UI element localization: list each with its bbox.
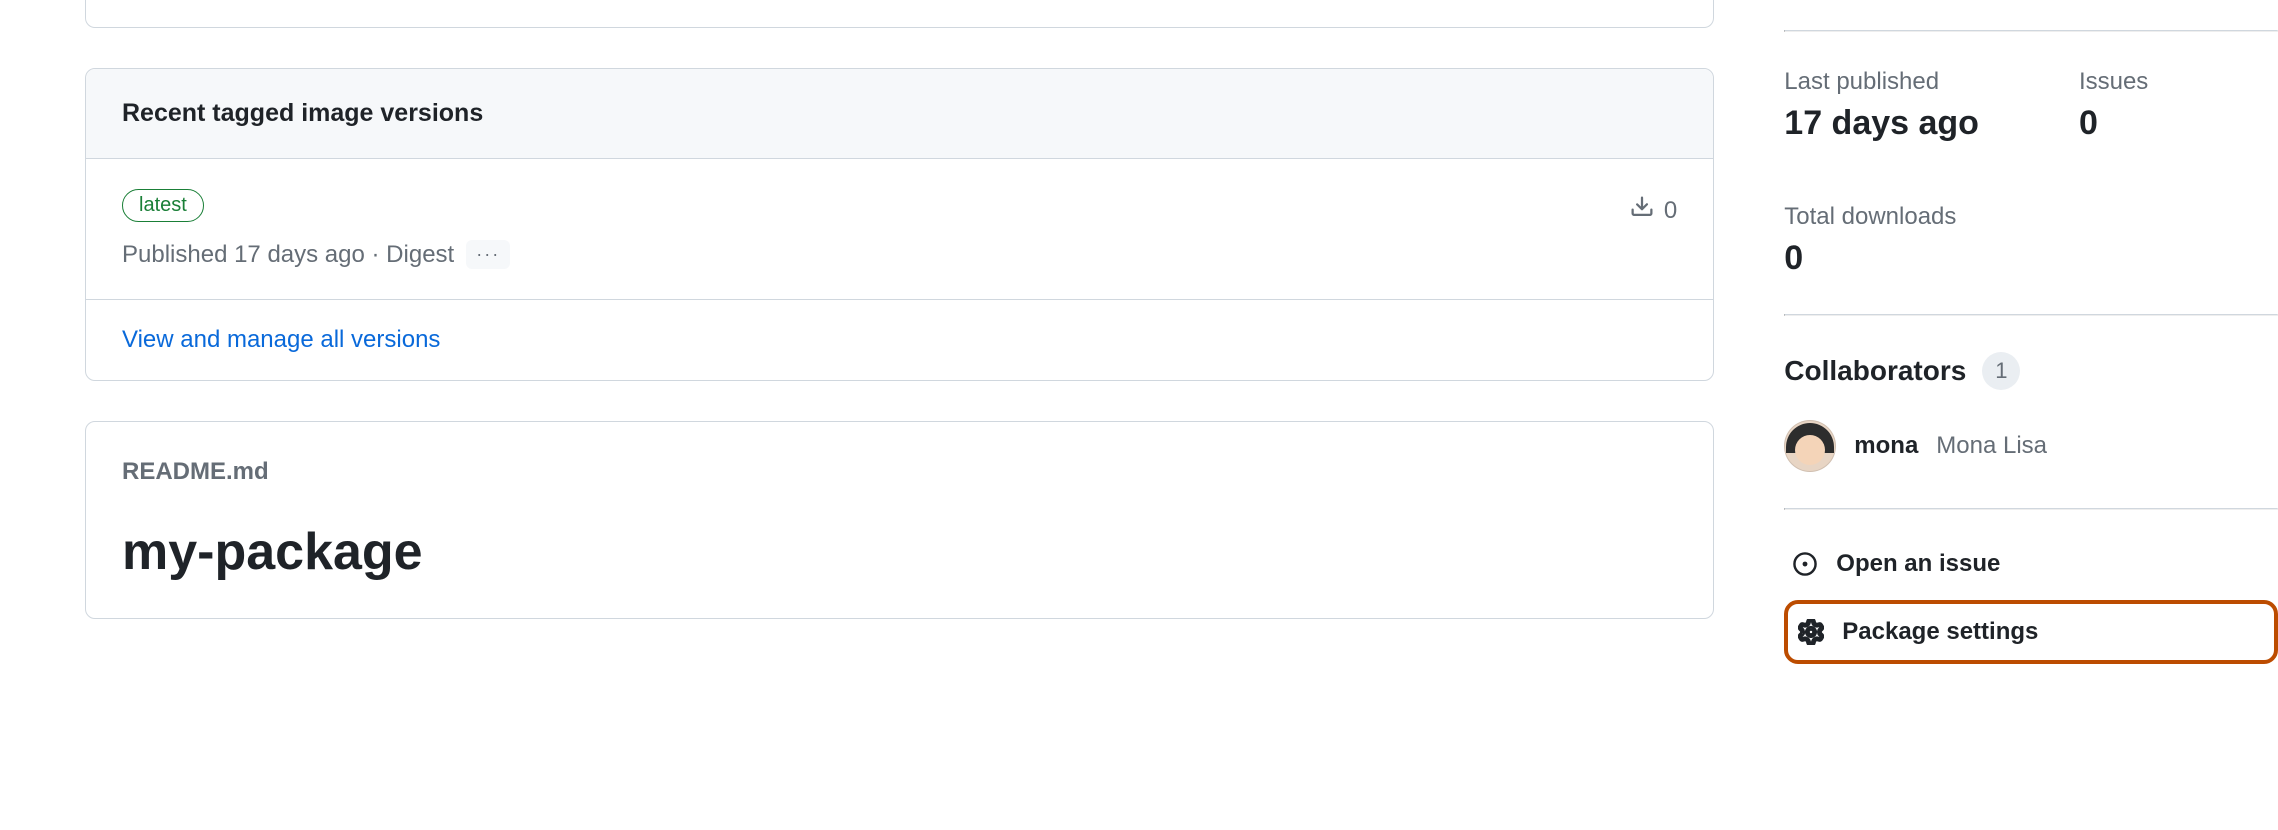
total-downloads-value: 0 <box>1784 239 2278 278</box>
recent-versions-card: Recent tagged image versions latest Publ… <box>85 68 1714 381</box>
published-text: Published 17 days ago · Digest <box>122 241 454 269</box>
readme-card: README.md my-package <box>85 421 1714 619</box>
main-column: Recent tagged image versions latest Publ… <box>85 0 1714 694</box>
total-downloads-stat: Total downloads 0 <box>1784 179 2278 314</box>
view-all-versions-row: View and manage all versions <box>86 300 1713 380</box>
collaborator-fullname: Mona Lisa <box>1936 432 2047 460</box>
open-issue-action[interactable]: Open an issue <box>1784 540 2278 588</box>
package-settings-label: Package settings <box>1842 618 2038 646</box>
download-icon <box>1630 195 1654 226</box>
recent-versions-title: Recent tagged image versions <box>86 69 1713 159</box>
avatar[interactable] <box>1784 420 1836 472</box>
collaborators-section: Collaborators 1 mona Mona Lisa <box>1784 316 2278 508</box>
issues-stat: Issues 0 <box>2079 68 2148 143</box>
last-published-label: Last published <box>1784 68 1979 96</box>
collaborator-user[interactable]: mona Mona Lisa <box>1784 420 2278 472</box>
readme-filename: README.md <box>86 422 1713 486</box>
version-tag-badge[interactable]: latest <box>122 189 204 222</box>
version-row: latest Published 17 days ago · Digest ··… <box>86 159 1713 300</box>
sidebar: Last published 17 days ago Issues 0 Tota… <box>1784 0 2278 694</box>
total-downloads-label: Total downloads <box>1784 203 2278 231</box>
download-stat: 0 <box>1630 195 1677 226</box>
issue-icon <box>1792 551 1818 577</box>
package-title: my-package <box>86 486 1713 618</box>
open-issue-label: Open an issue <box>1836 550 2000 578</box>
stat-row: Last published 17 days ago Issues 0 <box>1784 32 2278 179</box>
issues-value[interactable]: 0 <box>2079 104 2148 143</box>
published-line: Published 17 days ago · Digest ··· <box>122 240 510 269</box>
collaborator-username[interactable]: mona <box>1854 432 1918 460</box>
last-published-value: 17 days ago <box>1784 104 1979 143</box>
issues-label: Issues <box>2079 68 2148 96</box>
gear-icon <box>1798 619 1824 645</box>
last-published-stat: Last published 17 days ago <box>1784 68 1979 143</box>
collaborators-count: 1 <box>1982 352 2020 390</box>
kebab-menu[interactable]: ··· <box>466 240 510 269</box>
previous-card-bottom <box>85 0 1714 28</box>
view-all-versions-link[interactable]: View and manage all versions <box>122 326 440 353</box>
download-count: 0 <box>1664 197 1677 225</box>
collaborators-title: Collaborators <box>1784 355 1966 387</box>
action-list: Open an issue Package settings <box>1784 510 2278 694</box>
package-settings-action[interactable]: Package settings <box>1784 600 2278 664</box>
